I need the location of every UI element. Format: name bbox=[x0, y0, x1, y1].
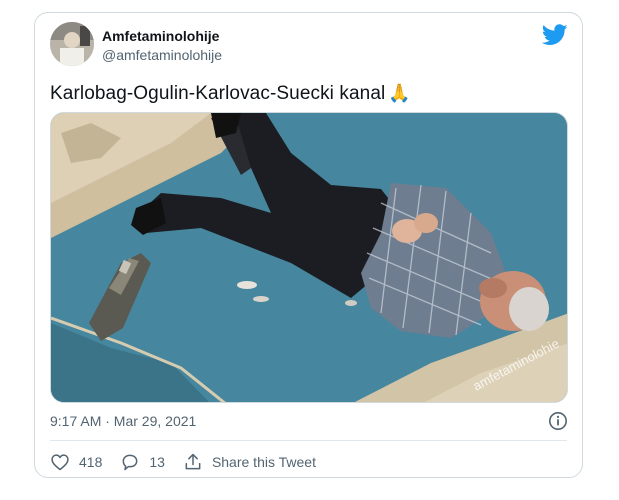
share-icon bbox=[185, 453, 201, 470]
avatar-image bbox=[50, 22, 94, 66]
share-button[interactable]: Share this Tweet bbox=[183, 452, 316, 472]
media-illustration: amfetaminolohie bbox=[51, 113, 567, 402]
tweet-text-body: Karlobag-Ogulin-Karlovac-Suecki kanal bbox=[50, 83, 386, 104]
like-button[interactable]: 418 bbox=[50, 452, 102, 472]
tweet-media-image[interactable]: amfetaminolohie bbox=[50, 112, 568, 403]
share-label: Share this Tweet bbox=[211, 454, 316, 470]
reply-count: 13 bbox=[149, 454, 165, 470]
twitter-bird-icon[interactable] bbox=[542, 24, 568, 46]
divider bbox=[50, 440, 567, 441]
user-handle[interactable]: @amfetaminolohije bbox=[102, 47, 222, 63]
folded-hands-emoji: 🙏 bbox=[388, 83, 411, 103]
reply-icon bbox=[122, 454, 138, 471]
tweet-text: Karlobag-Ogulin-Karlovac-Suecki kanal 🙏 bbox=[50, 83, 411, 105]
tweet-timestamp[interactable]: 9:17 AM · Mar 29, 2021 bbox=[50, 413, 196, 429]
tweet-actions: 418 13 Share this Tweet bbox=[50, 452, 334, 472]
tweet-card[interactable]: Amfetaminolohije @amfetaminolohije Karlo… bbox=[34, 12, 583, 478]
display-name[interactable]: Amfetaminolohije bbox=[102, 28, 219, 44]
avatar[interactable] bbox=[50, 22, 94, 66]
reply-button[interactable]: 13 bbox=[120, 452, 165, 472]
info-icon[interactable] bbox=[548, 411, 568, 431]
like-count: 418 bbox=[79, 454, 103, 470]
heart-icon bbox=[51, 454, 69, 471]
